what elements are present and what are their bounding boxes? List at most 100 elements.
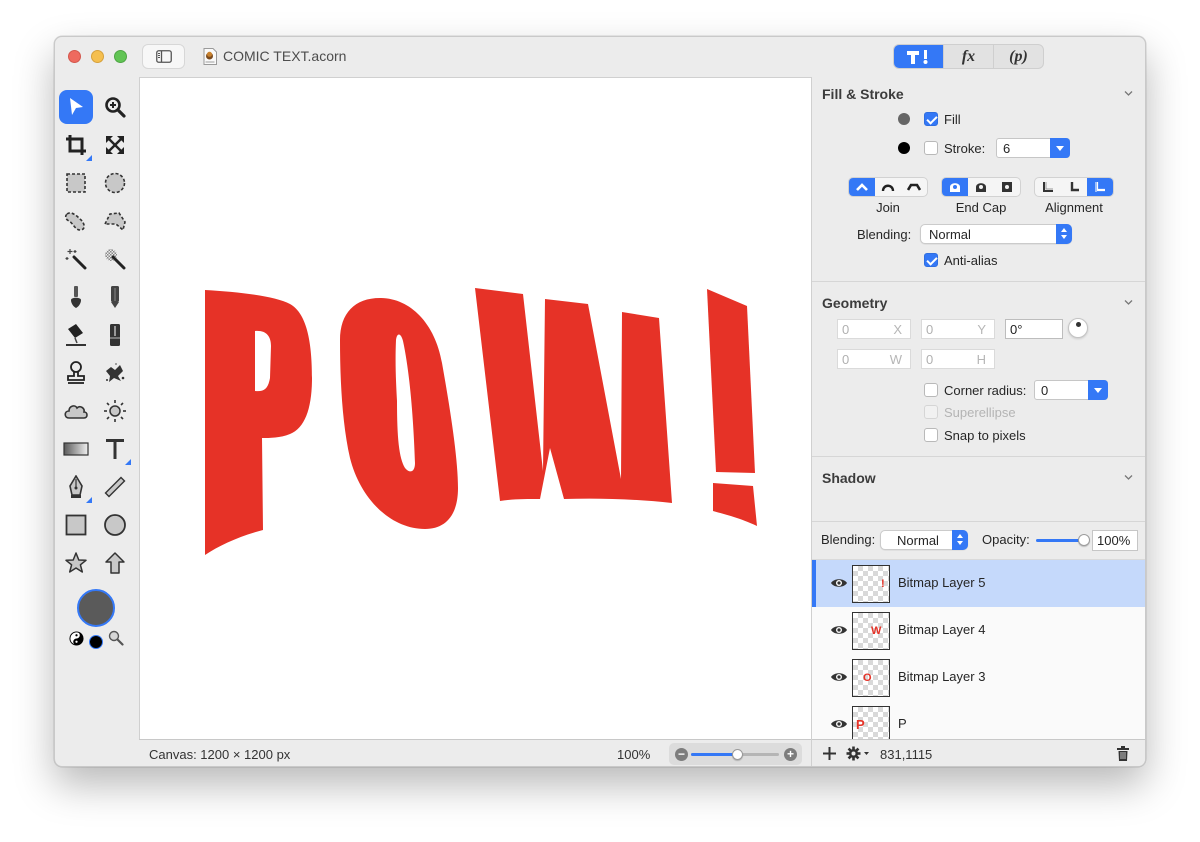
smudge-splat-icon: [106, 363, 125, 382]
layer-row[interactable]: W Bitmap Layer 4: [812, 607, 1145, 654]
tab-tools[interactable]: [894, 45, 943, 68]
eye-visible-icon[interactable]: [830, 577, 848, 589]
round-cap-icon: [976, 183, 986, 192]
tool-sun[interactable]: [98, 394, 132, 428]
opacity-slider-knob[interactable]: [1078, 534, 1090, 546]
opacity-field[interactable]: 100%: [1092, 530, 1138, 551]
fill-color-well[interactable]: [77, 589, 115, 627]
corner-radius-combo[interactable]: 0: [1034, 380, 1108, 400]
height-field[interactable]: 0H: [921, 349, 995, 369]
tool-eraser[interactable]: [98, 318, 132, 352]
letter-exclamation-dot: [713, 483, 757, 526]
tool-palette: [55, 77, 139, 766]
corner-radius-dropdown-button[interactable]: [1088, 380, 1108, 400]
join-round-button[interactable]: [875, 178, 901, 196]
angle-dial[interactable]: [1068, 318, 1088, 338]
tool-line[interactable]: [98, 470, 132, 504]
opacity-slider[interactable]: [1036, 539, 1082, 542]
layer-thumbnail: O: [852, 659, 890, 697]
layer-row[interactable]: P P: [812, 701, 1145, 739]
minimize-button[interactable]: [91, 50, 104, 63]
angle-field[interactable]: 0°: [1005, 319, 1063, 339]
maximize-button[interactable]: [114, 50, 127, 63]
layer-row[interactable]: O Bitmap Layer 3: [812, 654, 1145, 701]
tool-bezier-pen[interactable]: [59, 470, 93, 504]
eye-visible-icon[interactable]: [830, 624, 848, 636]
tool-brush[interactable]: [59, 280, 93, 314]
zoom-out-button[interactable]: −: [675, 748, 688, 761]
zoom-slider-knob[interactable]: [731, 749, 743, 760]
fill-color-swatch[interactable]: [898, 113, 910, 125]
layer-row[interactable]: ! Bitmap Layer 5: [812, 560, 1145, 607]
close-button[interactable]: [68, 50, 81, 63]
trash-icon[interactable]: [1117, 746, 1129, 761]
snap-to-pixels-checkbox[interactable]: [924, 428, 938, 442]
tool-clone-stamp[interactable]: [59, 356, 93, 390]
gear-menu-icon[interactable]: [846, 746, 870, 761]
letter-p: [205, 290, 312, 555]
blending-popup[interactable]: Normal: [920, 224, 1072, 244]
tool-instant-alpha[interactable]: [98, 242, 132, 276]
eye-visible-icon[interactable]: [830, 671, 848, 683]
tool-lasso[interactable]: [59, 204, 93, 238]
chevron-down-icon[interactable]: [1124, 473, 1133, 482]
endcap-round-button[interactable]: [968, 178, 994, 196]
tool-zoom[interactable]: [98, 90, 132, 124]
join-bevel-button[interactable]: [901, 178, 927, 196]
join-miter-button[interactable]: [849, 178, 875, 196]
align-inside-button[interactable]: [1087, 178, 1113, 196]
tool-pencil[interactable]: [98, 280, 132, 314]
tool-cloud[interactable]: [59, 394, 93, 428]
endcap-square-button[interactable]: [994, 178, 1020, 196]
sidebar-toggle-button[interactable]: [142, 44, 185, 69]
tool-rect-marquee[interactable]: [59, 166, 93, 200]
align-outside-button[interactable]: [1035, 178, 1061, 196]
crop-icon: [66, 135, 86, 155]
tool-crop[interactable]: [59, 128, 93, 162]
tool-select-arrow[interactable]: [59, 90, 93, 124]
stroke-color-well[interactable]: [89, 635, 103, 649]
x-field[interactable]: 0X: [837, 319, 911, 339]
lasso-icon: [64, 212, 85, 231]
stroke-checkbox[interactable]: [924, 141, 938, 155]
stroke-color-swatch[interactable]: [898, 142, 910, 154]
chevron-down-icon[interactable]: [1124, 298, 1133, 307]
add-layer-icon[interactable]: [823, 747, 836, 760]
stroke-width-combo[interactable]: 6: [996, 138, 1070, 158]
fill-checkbox[interactable]: [924, 112, 938, 126]
tool-magic-wand[interactable]: [59, 242, 93, 276]
eye-visible-icon[interactable]: [830, 718, 848, 730]
tool-arrow[interactable]: [98, 546, 132, 580]
zoom-in-button[interactable]: +: [784, 748, 797, 761]
tool-paint-bucket[interactable]: [59, 318, 93, 352]
swap-colors-icon[interactable]: [69, 631, 84, 646]
tool-polygon-lasso[interactable]: [98, 204, 132, 238]
align-center-button[interactable]: [1061, 178, 1087, 196]
align-inside-icon: [1095, 182, 1105, 192]
paint-bucket-icon: [66, 324, 86, 346]
tool-gradient[interactable]: [59, 432, 93, 466]
stroke-width-dropdown-button[interactable]: [1050, 138, 1070, 158]
antialias-checkbox[interactable]: [924, 253, 938, 267]
corner-radius-checkbox[interactable]: [924, 383, 938, 397]
tool-ellipse-marquee[interactable]: [98, 166, 132, 200]
color-picker-magnifier-icon[interactable]: [108, 630, 124, 646]
chevron-down-icon[interactable]: [1124, 89, 1133, 98]
canvas[interactable]: [139, 77, 811, 739]
zoom-control: − +: [669, 743, 802, 765]
line-icon: [104, 476, 126, 498]
shadow-blending-popup[interactable]: Normal: [880, 530, 968, 550]
tool-smudge[interactable]: [98, 356, 132, 390]
y-field[interactable]: 0Y: [921, 319, 995, 339]
tab-effects[interactable]: fx: [943, 45, 993, 68]
zoom-slider[interactable]: [691, 749, 779, 760]
endcap-butt-button[interactable]: [942, 178, 968, 196]
instant-alpha-wand-icon: [105, 249, 126, 270]
width-field[interactable]: 0W: [837, 349, 911, 369]
tool-text[interactable]: [98, 432, 132, 466]
tool-oval[interactable]: [98, 508, 132, 542]
tab-properties[interactable]: (p): [993, 45, 1043, 68]
tool-rectangle[interactable]: [59, 508, 93, 542]
tool-star[interactable]: [59, 546, 93, 580]
tool-transform[interactable]: [98, 128, 132, 162]
